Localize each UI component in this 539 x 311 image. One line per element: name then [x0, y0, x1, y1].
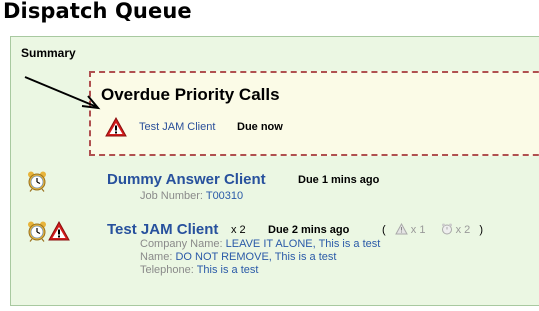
job-number-row: Job Number: T00310	[140, 190, 243, 202]
alarm-clock-icon	[28, 221, 46, 242]
overdue-title: Overdue Priority Calls	[101, 85, 280, 104]
queue-client-link[interactable]: Dummy Answer Client	[107, 171, 266, 188]
telephone-link[interactable]: This is a test	[197, 264, 259, 276]
page-title: Dispatch Queue	[3, 0, 192, 23]
close-paren: )	[479, 224, 484, 236]
warning-count: x 1	[410, 224, 426, 236]
warning-small-icon	[394, 222, 408, 235]
overdue-client-link[interactable]: Test JAM Client	[139, 121, 215, 133]
name-link-2[interactable]: This is a test	[275, 251, 337, 263]
summary-heading: Summary	[21, 46, 76, 60]
job-number-label: Job Number:	[140, 190, 203, 202]
alert-counts: ( x 1 x 2 )	[382, 222, 484, 236]
company-name-row: Company Name: LEAVE IT ALONE, This is a …	[140, 238, 380, 250]
company-name-link-2[interactable]: This is a test	[319, 238, 381, 250]
name-link[interactable]: DO NOT REMOVE	[175, 251, 268, 263]
queue-client-link[interactable]: Test JAM Client	[107, 221, 218, 238]
alarm-clock-small-icon	[441, 223, 452, 235]
open-paren: (	[382, 224, 386, 236]
telephone-row: Telephone: This is a test	[140, 264, 258, 276]
name-label: Name:	[140, 251, 173, 263]
queue-due-text: Due 1 mins ago	[298, 174, 380, 186]
job-number-link[interactable]: T00310	[206, 190, 243, 202]
company-name-label: Company Name:	[140, 238, 223, 250]
overdue-priority-calls-box: Overdue Priority Calls Test JAM Client D…	[89, 71, 539, 156]
queue-multiplier: x 2	[231, 224, 246, 236]
alarm-count: x 2	[455, 224, 471, 236]
warning-icon	[48, 220, 70, 241]
telephone-label: Telephone:	[140, 264, 194, 276]
queue-due-text: Due 2 mins ago	[268, 224, 350, 236]
company-name-link[interactable]: LEAVE IT ALONE	[226, 238, 313, 250]
alarm-clock-icon	[28, 171, 46, 192]
name-row: Name: DO NOT REMOVE, This is a test	[140, 251, 336, 263]
warning-icon	[105, 117, 127, 137]
overdue-due-text: Due now	[237, 121, 283, 133]
summary-panel: Summary Overdue Priority Calls Test JAM …	[10, 36, 539, 306]
